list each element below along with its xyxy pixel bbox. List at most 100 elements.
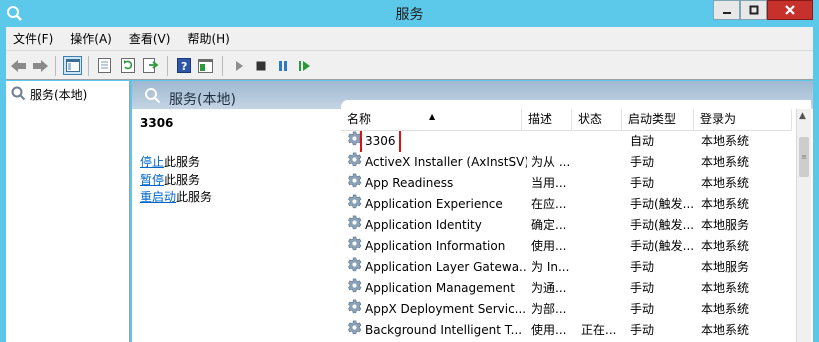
toolbar-separator: [88, 56, 89, 76]
service-status: [581, 173, 625, 194]
service-row[interactable]: Application Management 为通... 手动 本地系统: [341, 278, 792, 299]
service-row[interactable]: Application Identity 确定... 手动(触发... 本地服务: [341, 215, 792, 236]
menu-help[interactable]: 帮助(H): [180, 30, 239, 47]
service-startup-type: 手动: [630, 260, 655, 274]
services-list: 名称 ▲ 描述 状态 启动类型 登录为 3306 自动 本地系统 ActiveX…: [341, 100, 811, 342]
service-description: 使用...: [531, 239, 567, 253]
service-row[interactable]: 3306 自动 本地系统: [341, 131, 792, 152]
pane-title: 服务(本地): [169, 92, 236, 108]
list-header: 名称 ▲ 描述 状态 启动类型 登录为: [341, 109, 792, 131]
service-startup-type: 手动(触发...: [630, 239, 695, 253]
restart-link[interactable]: 重启动: [140, 190, 176, 204]
tree-item-label: 服务(本地): [30, 88, 88, 102]
service-startup-type: 手动: [630, 281, 655, 295]
service-logon-as: 本地系统: [701, 302, 750, 316]
service-status: [581, 215, 625, 236]
menu-file[interactable]: 文件(F): [6, 30, 63, 47]
service-gear-icon: [347, 173, 362, 194]
service-row[interactable]: AppX Deployment Servic... 为部... 手动 本地系统: [341, 299, 792, 320]
service-row[interactable]: Background Intelligent T... 使用... 正在... …: [341, 320, 792, 341]
service-status: [581, 257, 625, 278]
window-title: 服务: [395, 7, 424, 23]
service-logon-as: 本地服务: [701, 218, 750, 232]
forward-arrow-icon[interactable]: [31, 56, 50, 75]
service-logon-as: 本地系统: [701, 134, 750, 148]
stop-service-icon[interactable]: [251, 56, 270, 75]
services-icon: [10, 85, 26, 104]
service-name: 3306: [360, 131, 401, 152]
details-area: 服务(本地) 3306 停止此服务 暂停此服务 重启动 此服务 名称 ▲ 描述 状…: [132, 81, 813, 342]
pause-link[interactable]: 暂停: [140, 173, 164, 187]
service-logon-as: 本地系统: [701, 197, 750, 211]
scroll-up-arrow-icon[interactable]: ▲: [799, 111, 806, 121]
service-status: [581, 131, 625, 152]
action-suffix: 此服务: [164, 155, 201, 169]
refresh-icon[interactable]: [118, 56, 137, 75]
service-name: Application Identity: [365, 218, 482, 232]
service-name: Application Management: [365, 281, 515, 295]
service-logon-as: 本地服务: [701, 260, 750, 274]
service-rows: 3306 自动 本地系统 ActiveX Installer (AxInstSV…: [341, 131, 792, 341]
column-header-name[interactable]: 名称 ▲: [341, 109, 522, 130]
service-gear-icon: [347, 194, 362, 215]
service-gear-icon: [347, 152, 362, 173]
menu-view[interactable]: 查看(V): [122, 30, 181, 47]
menu-action[interactable]: 操作(A): [63, 30, 122, 47]
svg-text:?: ?: [181, 60, 187, 73]
service-description: 确定...: [531, 218, 567, 232]
service-gear-icon: [347, 299, 362, 320]
action-suffix: 此服务: [164, 173, 201, 187]
service-startup-type: 手动: [630, 302, 655, 316]
service-logon-as: 本地系统: [701, 281, 750, 295]
service-name: Background Intelligent T...: [365, 323, 523, 337]
sort-ascending-icon: ▲: [429, 112, 436, 121]
help-icon[interactable]: ?: [174, 56, 193, 75]
export-icon[interactable]: [141, 56, 160, 75]
service-startup-type: 手动: [630, 176, 655, 190]
column-header-status[interactable]: 状态: [572, 109, 622, 130]
back-arrow-icon[interactable]: [9, 56, 28, 75]
service-description: 为部...: [531, 302, 567, 316]
service-status: [581, 236, 625, 257]
service-row[interactable]: App Readiness 当用... 手动 本地系统: [341, 173, 792, 194]
service-startup-type: 自动: [630, 134, 655, 148]
service-row[interactable]: Application Information 使用... 手动(触发... 本…: [341, 236, 792, 257]
service-gear-icon: [347, 278, 362, 299]
service-logon-as: 本地系统: [701, 239, 750, 253]
action-pause-service: 暂停此服务: [140, 171, 200, 188]
service-description: 当用...: [531, 176, 567, 190]
scrollbar-thumb[interactable]: ≡: [799, 137, 809, 177]
console-tree-icon[interactable]: [196, 56, 215, 75]
menu-bar: 文件(F) 操作(A) 查看(V) 帮助(H): [6, 27, 813, 50]
start-service-icon[interactable]: [229, 56, 248, 75]
service-row[interactable]: Application Experience 在应... 手动(触发... 本地…: [341, 194, 792, 215]
console-tree: 服务(本地): [6, 81, 130, 342]
pause-service-icon[interactable]: [273, 56, 292, 75]
column-header-logon-as[interactable]: 登录为: [694, 109, 792, 130]
service-status: [581, 194, 625, 215]
toolbar-separator: [167, 56, 168, 76]
vertical-scrollbar[interactable]: ▲ ≡: [796, 109, 811, 342]
service-name: ActiveX Installer (AxInstSV): [365, 155, 527, 169]
service-description: 为从 ...: [531, 155, 571, 169]
service-name: Application Information: [365, 239, 506, 253]
selected-service-name: 3306: [140, 116, 174, 130]
column-header-description[interactable]: 描述: [522, 109, 572, 130]
service-row[interactable]: Application Layer Gatewa... 为 In... 手动 本…: [341, 257, 792, 278]
restart-service-icon[interactable]: [295, 56, 314, 75]
show-hide-tree-icon[interactable]: [63, 56, 82, 75]
service-startup-type: 手动: [630, 155, 655, 169]
close-button[interactable]: [767, 0, 813, 20]
action-stop-service: 停止此服务: [140, 153, 200, 170]
column-header-startup-type[interactable]: 启动类型: [622, 109, 694, 130]
maximize-button[interactable]: [740, 0, 767, 20]
service-status: [581, 299, 625, 320]
service-status: 正在...: [581, 323, 617, 337]
service-gear-icon: [347, 257, 362, 278]
stop-link[interactable]: 停止: [140, 155, 164, 169]
toolbar-separator: [55, 56, 56, 76]
service-row[interactable]: ActiveX Installer (AxInstSV) 为从 ... 手动 本…: [341, 152, 792, 173]
properties-icon[interactable]: [95, 56, 114, 75]
tree-item-services-local[interactable]: 服务(本地): [10, 85, 87, 104]
minimize-button[interactable]: [713, 0, 740, 20]
